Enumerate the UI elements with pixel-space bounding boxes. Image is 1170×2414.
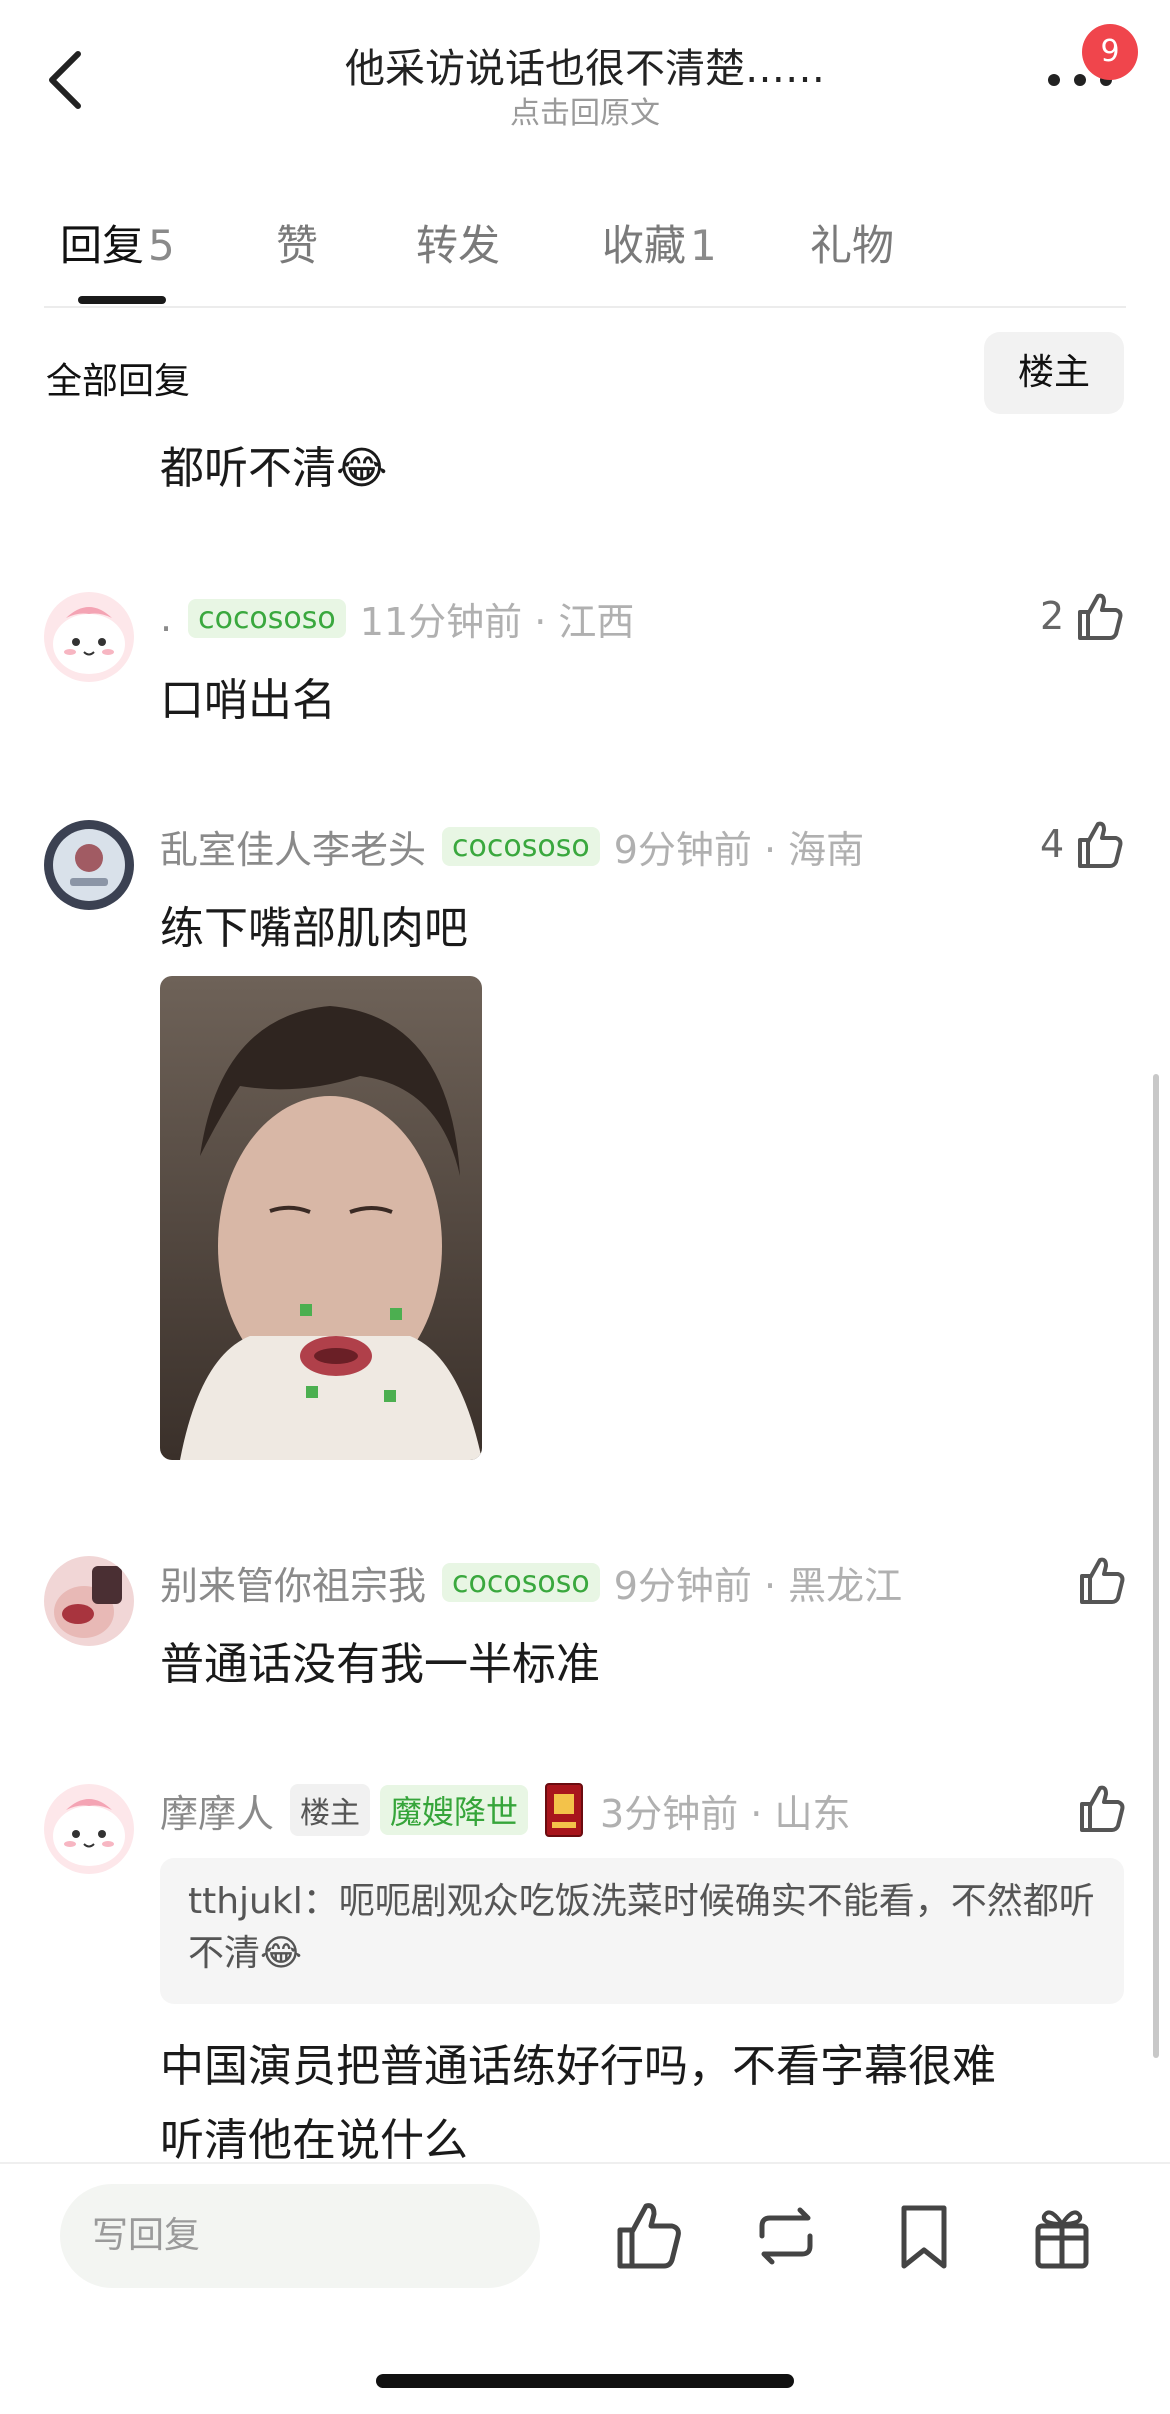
repost-icon[interactable] xyxy=(750,2196,822,2276)
owner-only-filter-button[interactable]: 楼主 xyxy=(984,332,1124,414)
comment-text: 普通话没有我一半标准 xyxy=(160,1639,600,1690)
tab-gifts[interactable]: 礼物 xyxy=(810,212,894,273)
thumbs-up-icon xyxy=(1078,593,1123,640)
scrollbar[interactable] xyxy=(1153,1074,1159,2058)
thumbs-up-icon xyxy=(1078,821,1123,868)
like-button[interactable] xyxy=(1076,1782,1126,1834)
tab-label: 回复 xyxy=(60,221,145,270)
like-button[interactable] xyxy=(1076,1554,1126,1606)
active-tab-indicator xyxy=(78,296,166,304)
timestamp-location: 9分钟前 · 黑龙江 xyxy=(613,1563,903,1608)
tab-label: 转发 xyxy=(416,221,501,270)
like-button[interactable]: 2 xyxy=(1040,590,1124,642)
medal-icon xyxy=(544,1782,584,1838)
tab-favorites[interactable]: 收藏1 xyxy=(602,212,717,273)
comment-meta: . cocososo 11分钟前 · 江西 xyxy=(160,586,634,650)
username[interactable]: 摩摩人 xyxy=(160,1783,274,1838)
timestamp-location: 9分钟前 · 海南 xyxy=(613,827,865,872)
avatar[interactable] xyxy=(44,1556,134,1646)
tab-count: 1 xyxy=(690,221,717,270)
user-badge: cocososo xyxy=(442,826,600,866)
comment-meta: 摩摩人 楼主 魔嫂降世 3分钟前 · 山东 xyxy=(160,1778,850,1842)
thumbs-up-icon xyxy=(1080,1785,1125,1832)
home-indicator[interactable] xyxy=(376,2374,794,2388)
avatar[interactable] xyxy=(44,592,134,682)
tab-label: 礼物 xyxy=(810,221,895,270)
thumbs-up-icon xyxy=(1080,1557,1125,1604)
like-button[interactable]: 4 xyxy=(1040,818,1124,870)
comment-text: 中国演员把普通话练好行吗，不看字幕很难 xyxy=(160,2041,996,2092)
notification-badge: 9 xyxy=(1082,24,1138,80)
timestamp-location: 11分钟前 · 江西 xyxy=(359,599,635,644)
tab-count: 5 xyxy=(148,221,175,270)
tab-label: 赞 xyxy=(276,221,319,270)
back-to-original-link[interactable]: 点击回原文 xyxy=(260,88,910,132)
user-badge: 魔嫂降世 xyxy=(380,1785,529,1835)
avatar[interactable] xyxy=(44,820,134,910)
tab-replies[interactable]: 回复5 xyxy=(60,212,175,273)
quoted-reply[interactable]: tthjukl：呃呃剧观众吃饭洗菜时候确实不能看，不然都听不清😂 xyxy=(160,1858,1124,2004)
comment-image[interactable] xyxy=(160,976,482,1460)
all-replies-heading: 全部回复 xyxy=(46,361,191,402)
like-count: 2 xyxy=(1040,594,1065,638)
comment-text: 听清他在说什么 xyxy=(160,2115,468,2166)
comment-text: 练下嘴部肌肉吧 xyxy=(160,903,468,954)
owner-badge: 楼主 xyxy=(290,1784,371,1836)
timestamp-location: 3分钟前 · 山东 xyxy=(600,1791,851,1836)
user-badge: cocososo xyxy=(188,598,346,638)
username[interactable]: 别来管你祖宗我 xyxy=(160,1555,426,1610)
comment-text: 口哨出名 xyxy=(160,675,336,726)
username[interactable]: . xyxy=(160,596,172,640)
user-badge: cocososo xyxy=(442,1562,600,1602)
comment-meta: 乱室佳人李老头 cocososo 9分钟前 · 海南 xyxy=(160,814,864,878)
comment-meta: 别来管你祖宗我 cocososo 9分钟前 · 黑龙江 xyxy=(160,1550,902,1614)
top-bar: 他采访说话也很不清楚…… 点击回原文 9 xyxy=(0,0,1170,150)
gift-icon[interactable] xyxy=(1026,2196,1098,2276)
comment-text: 都听不清😂 xyxy=(160,443,388,494)
divider xyxy=(44,306,1126,308)
tab-reposts[interactable]: 转发 xyxy=(416,212,500,273)
back-icon[interactable] xyxy=(38,40,98,120)
like-count: 4 xyxy=(1040,822,1065,866)
tab-bar: 回复5 赞 转发 收藏1 礼物 xyxy=(0,200,1170,306)
reply-input[interactable]: 写回复 xyxy=(60,2184,540,2288)
tab-label: 收藏 xyxy=(602,221,687,270)
divider xyxy=(0,2162,1170,2164)
avatar[interactable] xyxy=(44,1784,134,1874)
username[interactable]: 乱室佳人李老头 xyxy=(160,819,426,874)
thumbs-up-icon[interactable] xyxy=(612,2196,684,2276)
page-title[interactable]: 他采访说话也很不清楚…… xyxy=(260,36,910,94)
tab-likes[interactable]: 赞 xyxy=(276,212,318,273)
bookmark-icon[interactable] xyxy=(888,2196,960,2276)
